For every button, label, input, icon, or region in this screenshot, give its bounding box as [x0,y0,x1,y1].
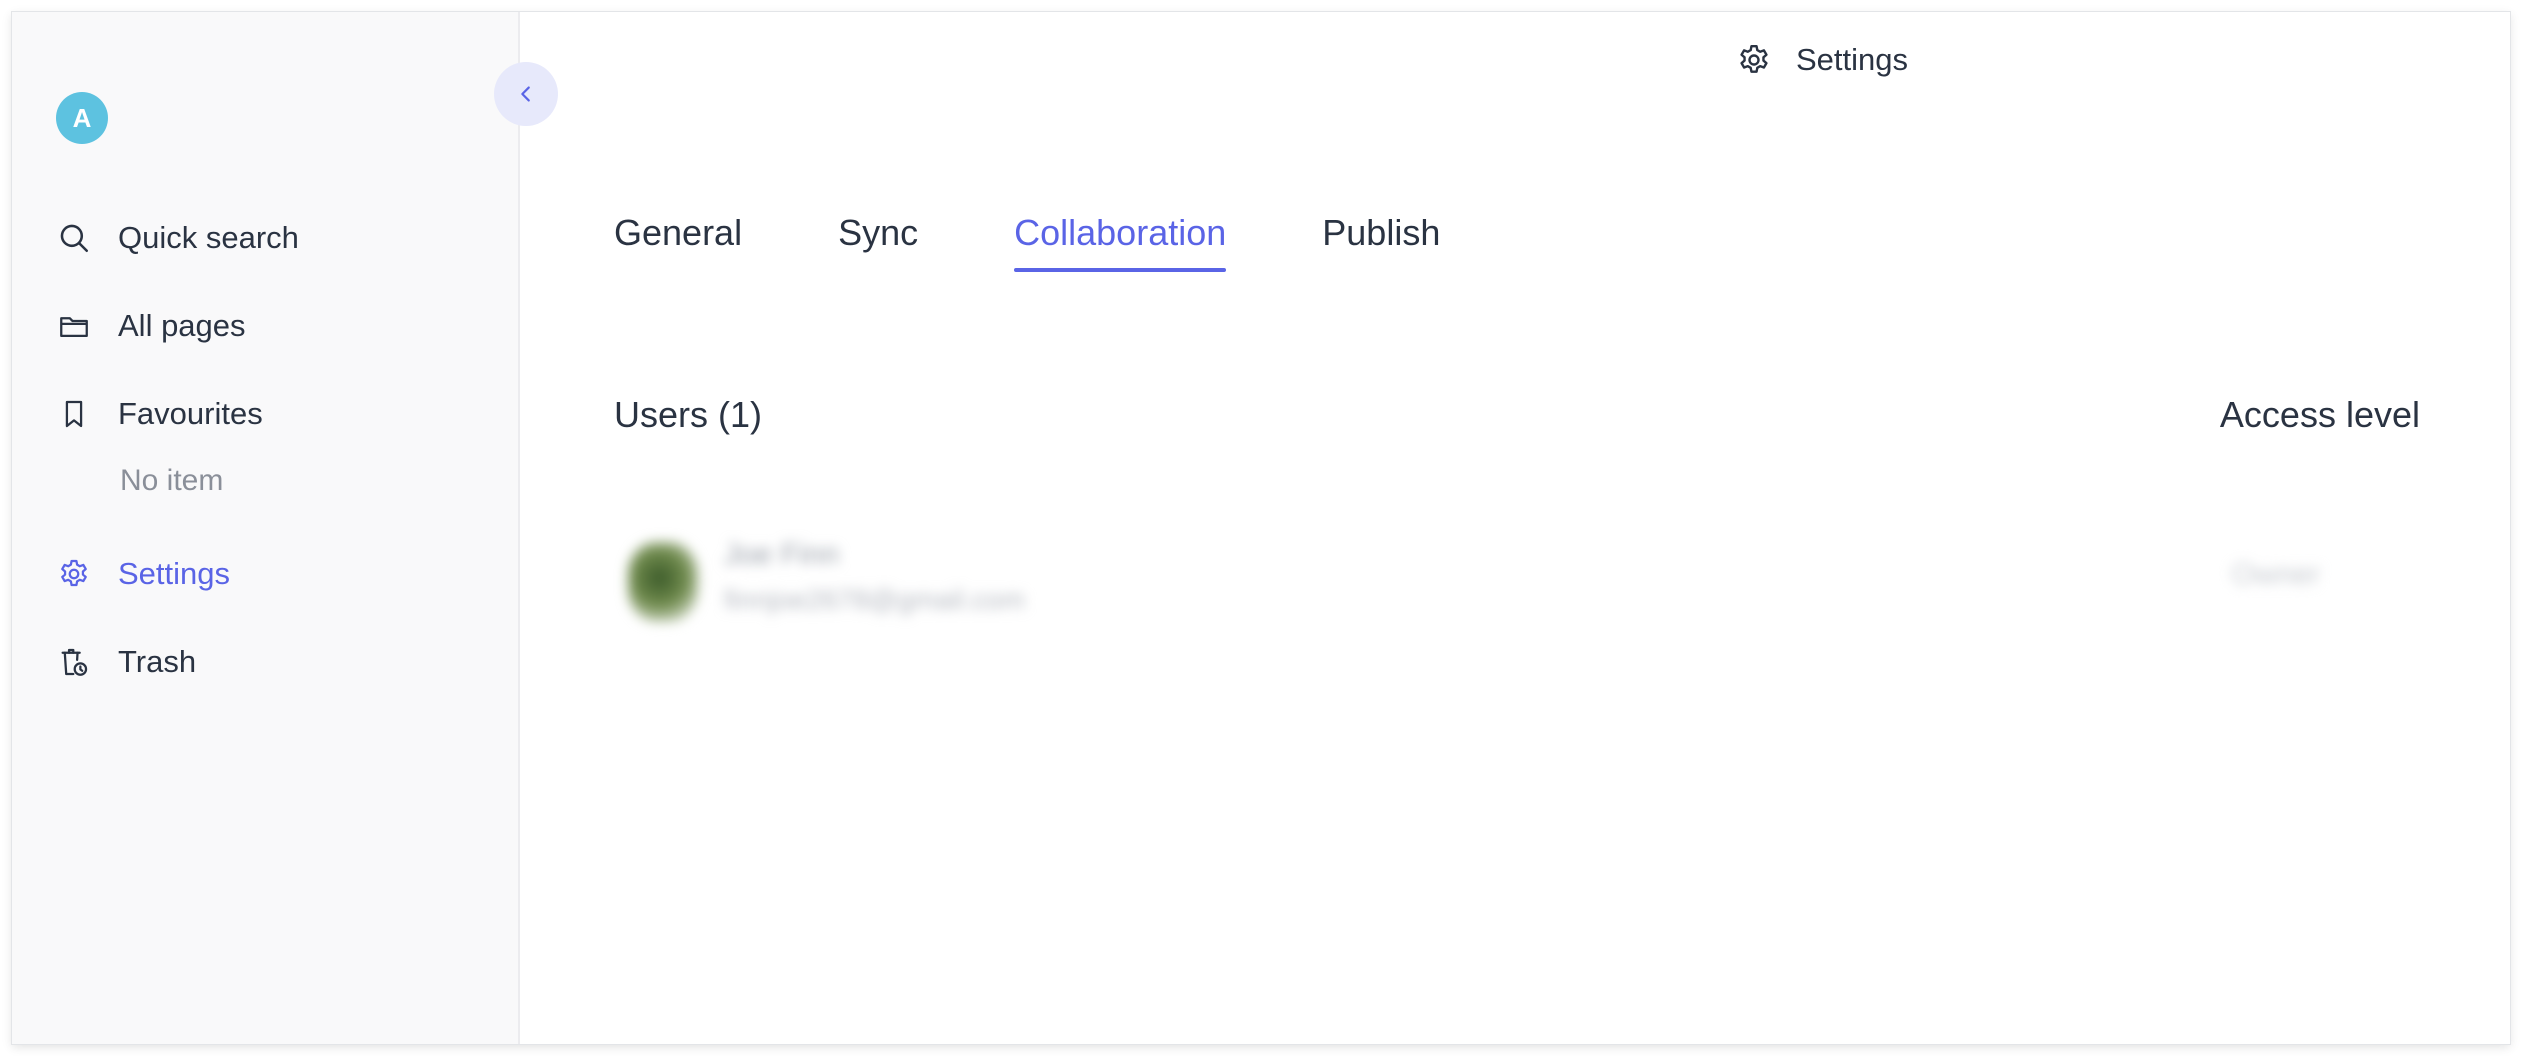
sidebar-item-settings[interactable]: Settings [54,544,494,604]
workspace-avatar[interactable]: A [56,92,108,144]
folder-icon [54,306,94,346]
bookmark-icon [54,394,94,434]
page-title: Settings [1796,42,1909,77]
sidebar-item-label: Quick search [118,220,299,255]
sidebar-item-all-pages[interactable]: All pages [54,296,494,356]
sidebar-item-quick-search[interactable]: Quick search [54,208,494,268]
gear-icon [1736,42,1772,78]
app-window: A Quick search All pages Favourites No i… [12,12,2510,1044]
chevron-left-icon [515,83,537,105]
trash-icon [54,642,94,682]
tab-collaboration[interactable]: Collaboration [1014,212,1227,272]
tab-sync[interactable]: Sync [838,212,918,272]
users-heading: Users (1) [614,394,763,435]
user-access-level[interactable]: Owner [2232,558,2320,592]
sidebar-item-favourites[interactable]: Favourites [54,384,494,444]
sidebar-item-label: All pages [118,308,246,343]
avatar [628,542,698,622]
sidebar-item-trash[interactable]: Trash [54,632,494,692]
sidebar-item-label: Trash [118,644,197,679]
tab-publish[interactable]: Publish [1322,212,1440,272]
user-name: Joe Finn [724,538,840,571]
gear-icon [54,554,94,594]
tab-general[interactable]: General [614,212,742,272]
search-icon [54,218,94,258]
sidebar: A Quick search All pages Favourites No i… [12,12,520,1044]
favourites-empty-text: No item [120,464,224,497]
settings-tabs: General Sync Collaboration Publish [614,212,1536,272]
user-email: finnjoe2678@gmail.com [724,584,1025,615]
sidebar-item-label: Settings [118,556,231,591]
access-level-heading: Access level [2219,394,2420,435]
sidebar-item-label: Favourites [118,396,263,431]
collapse-sidebar-button[interactable] [494,62,558,126]
page-header: Settings [1736,42,1908,78]
table-row[interactable]: Joe Finn finnjoe2678@gmail.com Owner [614,528,2420,628]
